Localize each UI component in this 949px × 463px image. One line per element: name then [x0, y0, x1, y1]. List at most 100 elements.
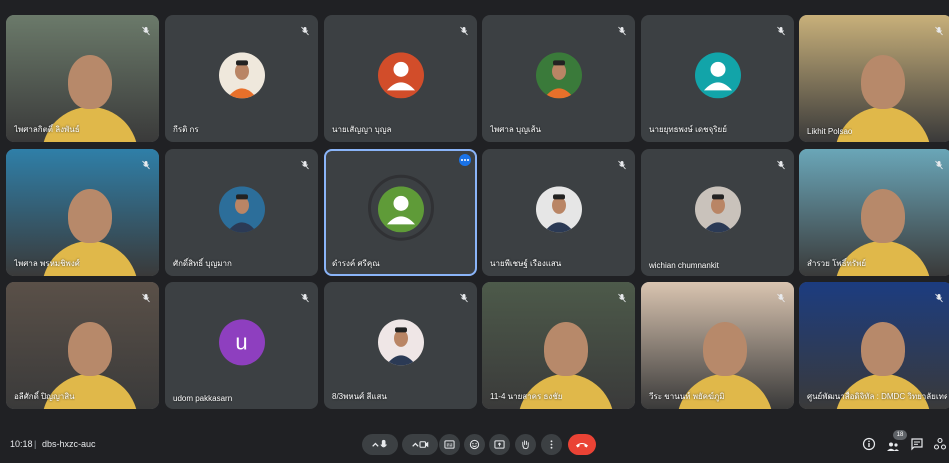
phone-hangup-icon — [576, 443, 588, 448]
participant-count-badge: 18 — [893, 430, 907, 440]
info-icon[interactable] — [862, 437, 876, 451]
participant-tile[interactable]: 11-4 นายสาคร ธงชัย — [482, 282, 635, 409]
participant-name: นายยุทธพงษ์ เดชจุริยย์ — [649, 125, 727, 134]
mic-off-icon — [617, 23, 627, 36]
participant-tile[interactable]: wichian chumnankit — [641, 149, 794, 276]
mic-off-icon — [141, 290, 151, 303]
mic-off-icon — [300, 290, 310, 303]
mic-off-icon — [459, 290, 469, 303]
microphone-button[interactable] — [362, 434, 398, 455]
hand-icon — [522, 440, 529, 450]
participant-tile[interactable]: ศูนย์พัฒนาสื่อดิจิทัล : DMDC วิทยาลัยเทค… — [799, 282, 949, 409]
raise-hand-button[interactable] — [515, 434, 536, 455]
avatar — [694, 51, 741, 98]
participant-silhouette — [68, 322, 113, 376]
activities-icon[interactable] — [933, 437, 947, 451]
participant-silhouette — [544, 322, 589, 376]
participant-name: 11-4 นายสาคร ธงชัย — [490, 392, 563, 401]
avatar: u — [218, 318, 265, 365]
participant-silhouette — [703, 322, 748, 376]
avatar — [377, 51, 424, 98]
mic-off-icon — [776, 157, 786, 170]
participant-tile[interactable]: วีระ ขานนท์ พยัคฆ์ภูมิ — [641, 282, 794, 409]
mic-off-icon — [934, 23, 944, 36]
people-icon[interactable] — [886, 440, 900, 454]
meeting-code: dbs-hxzc-auc — [42, 439, 96, 449]
mic-off-icon — [141, 157, 151, 170]
microphone-icon — [372, 439, 387, 448]
participant-tile[interactable]: ไพศาล บุญเส้น — [482, 15, 635, 142]
participant-tile[interactable]: อลีศักดิ์ ปิญญาสิน — [6, 282, 159, 409]
participant-silhouette — [68, 189, 113, 243]
camera-icon — [412, 441, 429, 448]
participant-name: นายพีเชษฐ์ เรืองแสน — [490, 259, 562, 268]
meeting-time: 10:18 — [10, 439, 33, 449]
participant-tile[interactable]: กีรติ กร — [165, 15, 318, 142]
participant-name: นายเสัญญา บุญล — [332, 125, 392, 134]
present-screen-icon — [494, 440, 505, 449]
participant-name: Likhit Polsao — [807, 127, 853, 136]
participant-name: กีรติ กร — [173, 125, 199, 134]
participant-name: ไพศาล บุญเส้น — [490, 125, 541, 134]
participant-silhouette — [861, 55, 906, 109]
participant-tile[interactable]: ไพศาลกิตติ์ ลิงพันธ์ — [6, 15, 159, 142]
bottom-toolbar: 10:18 | dbs-hxzc-auc 18 — [0, 426, 949, 463]
avatar — [218, 51, 265, 98]
more-options-button[interactable] — [541, 434, 562, 455]
tile-more-options-icon[interactable] — [459, 154, 471, 166]
participant-name: ดำรงค์ ศรีคุณ — [332, 259, 380, 268]
participant-tile[interactable]: นายพีเชษฐ์ เรืองแสน — [482, 149, 635, 276]
participant-tile[interactable]: นายยุทธพงษ์ เดชจุริยย์ — [641, 15, 794, 142]
avatar — [218, 185, 265, 232]
participant-tile[interactable]: Likhit Polsao — [799, 15, 949, 142]
emoji-icon — [469, 439, 480, 450]
participant-tile[interactable]: u udom pakkasarn — [165, 282, 318, 409]
participant-name: 8/3พหนศ์ สีแสน — [332, 392, 387, 401]
present-button[interactable] — [489, 434, 510, 455]
avatar — [535, 51, 582, 98]
avatar — [377, 318, 424, 365]
reactions-button[interactable] — [464, 434, 485, 455]
participant-name: udom pakkasarn — [173, 394, 233, 403]
avatar — [535, 185, 582, 232]
participant-tile[interactable]: นายเสัญญา บุญล — [324, 15, 477, 142]
participant-tile[interactable]: ศักดิ์สิทธิ์ บุญมาก — [165, 149, 318, 276]
participant-name: อลีศักดิ์ ปิญญาสิน — [14, 392, 75, 401]
captions-icon — [444, 440, 455, 449]
participant-tile[interactable]: ดำรงค์ ศรีคุณ — [324, 149, 477, 276]
participant-tile[interactable]: ไพศาล พรหมชิพงศ์ — [6, 149, 159, 276]
participant-name: วีระ ขานนท์ พยัคฆ์ภูมิ — [649, 392, 725, 401]
avatar — [694, 185, 741, 232]
mic-off-icon — [934, 157, 944, 170]
mic-off-icon — [459, 23, 469, 36]
video-feed — [799, 15, 949, 142]
mic-off-icon — [617, 157, 627, 170]
mic-off-icon — [776, 23, 786, 36]
participant-silhouette — [861, 189, 906, 243]
participant-name: ศูนย์พัฒนาสื่อดิจิทัล : DMDC วิทยาลัยเทค… — [807, 392, 947, 401]
mic-off-icon — [300, 23, 310, 36]
captions-button[interactable] — [439, 434, 460, 455]
participant-silhouette — [68, 55, 113, 109]
chat-icon[interactable] — [910, 437, 924, 451]
participant-name: ไพศาล พรหมชิพงศ์ — [14, 259, 80, 268]
more-vert-icon — [550, 440, 553, 449]
participant-tile[interactable]: 8/3พหนศ์ สีแสน — [324, 282, 477, 409]
participant-tile[interactable]: สำรวย โพธิ์ทรัพย์ — [799, 149, 949, 276]
participant-name: สำรวย โพธิ์ทรัพย์ — [807, 259, 867, 268]
camera-button[interactable] — [402, 434, 438, 455]
mic-off-icon — [617, 290, 627, 303]
participant-name: ศักดิ์สิทธิ์ บุญมาก — [173, 259, 232, 268]
participant-grid: ไพศาลกิตติ์ ลิงพันธ์ กีรติ กร นายเสัญญา บุ… — [6, 15, 949, 409]
mic-off-icon — [141, 23, 151, 36]
avatar — [377, 185, 424, 232]
mic-off-icon — [776, 290, 786, 303]
end-call-button[interactable] — [568, 434, 596, 455]
participant-name: ไพศาลกิตติ์ ลิงพันธ์ — [14, 125, 80, 134]
participant-body — [835, 107, 932, 142]
separator: | — [34, 439, 37, 449]
mic-off-icon — [934, 290, 944, 303]
participant-silhouette — [861, 322, 906, 376]
mic-off-icon — [300, 157, 310, 170]
participant-name: wichian chumnankit — [649, 261, 719, 270]
